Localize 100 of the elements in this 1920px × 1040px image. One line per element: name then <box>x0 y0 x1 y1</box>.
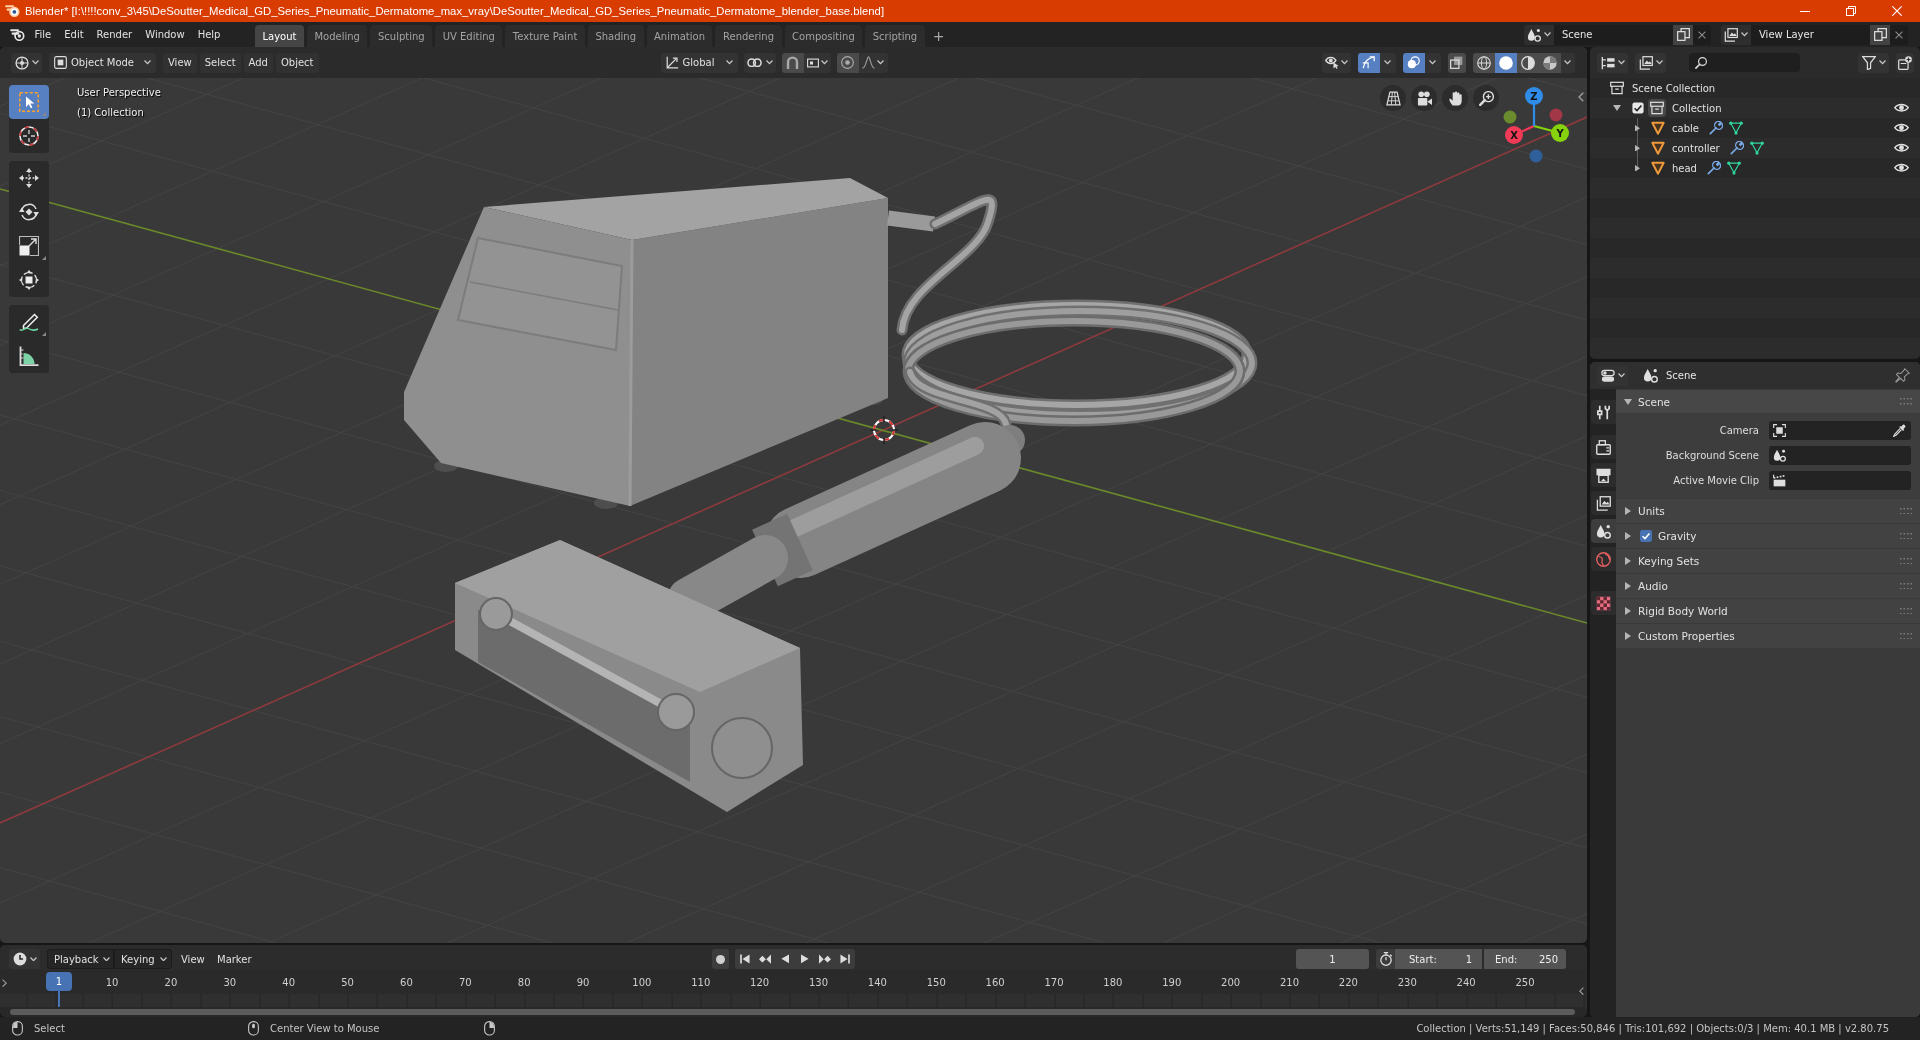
proportional-editing-toggle[interactable] <box>836 52 859 73</box>
new-scene-button[interactable] <box>1673 24 1693 45</box>
remove-scene-button[interactable] <box>1693 24 1711 45</box>
outliner-item[interactable]: Scene Collection <box>1632 82 1716 94</box>
pivot-dropdown[interactable] <box>743 52 776 73</box>
wireframe-shading-button[interactable] <box>1472 52 1495 73</box>
axis-dot-icon[interactable] <box>1503 110 1517 124</box>
drag-handle-icon[interactable] <box>1900 507 1912 515</box>
eyedropper-icon[interactable] <box>1893 424 1906 437</box>
disclosure-triangle-icon[interactable] <box>1634 144 1640 152</box>
panel-header[interactable]: Rigid Body World <box>1616 599 1920 623</box>
remove-view-layer-button[interactable] <box>1890 24 1908 45</box>
disclosure-triangle-icon[interactable] <box>1634 164 1640 172</box>
workspace-tab[interactable]: Compositing <box>784 25 863 47</box>
view-layer-name-field[interactable]: View Layer <box>1751 24 1870 45</box>
xray-toggle[interactable] <box>1447 52 1466 73</box>
panel-header[interactable]: Units <box>1616 499 1920 523</box>
orientation-dropdown[interactable]: Global <box>660 52 738 73</box>
panel-header[interactable]: Custom Properties <box>1616 624 1920 648</box>
pin-button[interactable] <box>1895 368 1910 383</box>
panel-header[interactable]: Audio <box>1616 574 1920 598</box>
wrench-icon[interactable] <box>1708 121 1723 135</box>
camera-field[interactable] <box>1769 421 1911 440</box>
eye-icon[interactable] <box>1894 163 1909 173</box>
drag-handle-icon[interactable] <box>1900 607 1912 615</box>
scene-tab[interactable] <box>1591 519 1616 543</box>
scene-browse-button[interactable] <box>1524 24 1554 45</box>
perspective-toggle-button[interactable] <box>1380 85 1406 111</box>
disclosure-triangle-icon[interactable] <box>1613 105 1621 111</box>
viewport-menu[interactable]: Add <box>243 52 273 73</box>
panel-header[interactable]: Scene <box>1616 390 1920 413</box>
background-scene-field[interactable] <box>1769 446 1911 465</box>
editor-type-button[interactable] <box>9 949 40 969</box>
workspace-tab[interactable]: Rendering <box>715 25 782 47</box>
mesh-data-icon[interactable] <box>1749 141 1764 155</box>
snap-toggle[interactable] <box>781 52 804 73</box>
timeline-menu-dropdown[interactable]: Playback <box>47 949 114 969</box>
world-tab[interactable] <box>1591 547 1616 571</box>
wrench-icon[interactable] <box>1706 161 1721 175</box>
panel-checkbox[interactable] <box>1640 530 1652 542</box>
eye-icon[interactable] <box>1894 103 1909 113</box>
rendered-shading-button[interactable] <box>1538 52 1561 73</box>
current-frame-field[interactable]: 1 <box>1296 949 1369 969</box>
collection-checkbox[interactable] <box>1632 102 1644 114</box>
menu-item[interactable]: Window <box>138 24 192 45</box>
jump-to-end-button[interactable] <box>835 949 855 969</box>
timeline-menu[interactable]: Marker <box>211 949 255 969</box>
search-field[interactable] <box>1689 53 1800 72</box>
menu-item[interactable]: File <box>28 24 58 45</box>
3d-viewport[interactable]: Object Mode View Select Add Object Global User Perspective (1) Collection X Y Z <box>0 47 1587 943</box>
viewport-menu[interactable]: Object <box>275 52 319 73</box>
outliner-item[interactable]: head <box>1672 162 1697 174</box>
scrollbar[interactable] <box>10 1009 1575 1015</box>
outliner-item[interactable]: Collection <box>1672 102 1722 114</box>
panel-header[interactable]: Gravity <box>1616 524 1920 548</box>
snap-target-dropdown[interactable] <box>803 52 831 73</box>
eye-icon[interactable] <box>1894 123 1909 133</box>
workspace-tab[interactable]: Modeling <box>306 25 368 47</box>
mesh-data-icon[interactable] <box>1728 121 1743 135</box>
menu-item[interactable]: Edit <box>57 24 91 45</box>
outliner-item[interactable]: controller <box>1672 142 1720 154</box>
workspace-tab[interactable]: Scripting <box>865 25 925 47</box>
overlay-toggle[interactable] <box>1402 52 1425 73</box>
camera-view-button[interactable] <box>1411 85 1437 111</box>
timeline-menu[interactable]: View <box>175 949 211 969</box>
select-box-tool[interactable] <box>9 85 49 119</box>
display-mode-dropdown[interactable] <box>1635 52 1666 73</box>
workspace-tab[interactable]: UV Editing <box>435 25 503 47</box>
drag-handle-icon[interactable] <box>1900 582 1912 590</box>
movie-clip-field[interactable] <box>1769 471 1911 490</box>
tool-tab[interactable] <box>1591 400 1616 424</box>
drag-handle-icon[interactable] <box>1900 532 1912 540</box>
jump-to-start-button[interactable] <box>735 949 755 969</box>
axis-handle[interactable]: Z <box>1525 87 1543 126</box>
menu-item[interactable]: Help <box>191 24 227 45</box>
material-preview-button[interactable] <box>1516 52 1539 73</box>
chevron-left-icon[interactable] <box>1579 987 1584 996</box>
outliner-item[interactable]: cable <box>1672 122 1699 134</box>
mesh-data-icon[interactable] <box>1726 161 1741 175</box>
chevron-left-icon[interactable] <box>1578 92 1584 102</box>
playhead-frame-marker[interactable]: 1 <box>46 972 72 991</box>
solid-shading-button[interactable] <box>1494 52 1517 73</box>
editor-type-button[interactable] <box>11 52 42 73</box>
panel-header[interactable]: Keying Sets <box>1616 549 1920 573</box>
pan-view-button[interactable] <box>1442 85 1468 111</box>
visibility-dropdown[interactable] <box>1321 52 1351 73</box>
keyframe-track[interactable] <box>0 994 1587 1007</box>
viewport-menu[interactable]: View <box>163 52 197 73</box>
workspace-tab[interactable]: Shading <box>587 25 644 47</box>
auto-keying-toggle[interactable] <box>712 949 729 969</box>
mode-dropdown[interactable]: Object Mode <box>49 52 156 73</box>
timeline-menu-dropdown[interactable]: Keying <box>114 949 172 969</box>
output-tab[interactable] <box>1591 463 1616 487</box>
workspace-tab[interactable]: Layout <box>254 25 304 47</box>
viewport-menu[interactable]: Select <box>199 52 241 73</box>
view-layer-tab[interactable] <box>1591 491 1616 515</box>
wrench-icon[interactable] <box>1729 141 1744 155</box>
menu-item[interactable]: Render <box>90 24 139 45</box>
new-view-layer-button[interactable] <box>1870 24 1890 45</box>
filter-dropdown[interactable] <box>1858 52 1889 73</box>
